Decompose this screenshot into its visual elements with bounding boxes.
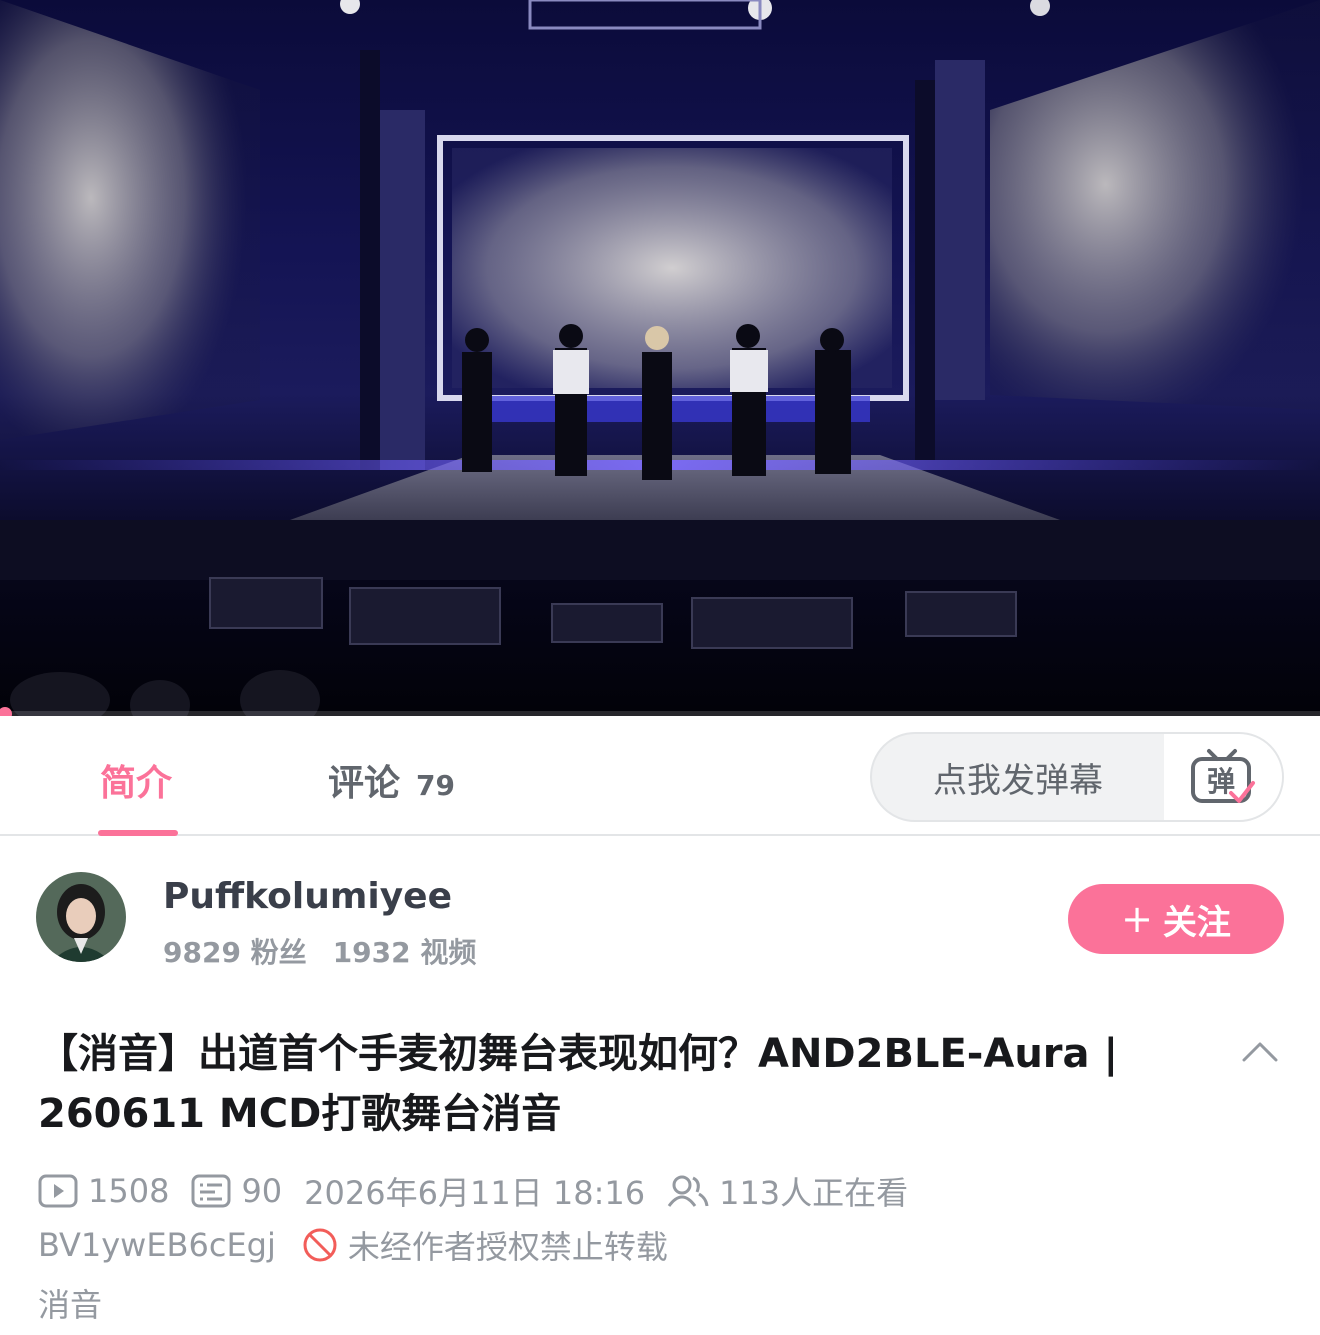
uploader-followers: 9829 粉丝: [163, 936, 307, 969]
bvid[interactable]: BV1ywEB6cEgj: [38, 1226, 276, 1264]
uploader-videos: 1932 视频: [332, 936, 477, 969]
play-count-icon: [38, 1174, 78, 1208]
video-stats-row: 1508 90 2026年6月11日 18:16 113人正在看: [38, 1168, 930, 1214]
chevron-up-icon[interactable]: [1240, 1036, 1280, 1064]
no-repost-icon: [303, 1228, 337, 1262]
publish-time: 2026年6月11日 18:16: [304, 1168, 645, 1214]
stage-frame: [0, 0, 1320, 716]
danmaku-count-icon: [191, 1174, 231, 1208]
danmaku-tv-icon: 弹: [1191, 749, 1255, 803]
view-count: 1508: [38, 1172, 169, 1210]
tab-intro[interactable]: 简介: [100, 754, 172, 806]
copyright-notice-text: 未经作者授权禁止转载: [347, 1228, 668, 1266]
viewers-icon: [667, 1175, 709, 1207]
live-viewers: 113人正在看: [667, 1168, 908, 1214]
uploader-card: Puffkolumiyee 9829 粉丝 1932 视频 + 关注: [0, 836, 1320, 1006]
video-player[interactable]: [0, 0, 1320, 716]
uploader-stats: 9829 粉丝 1932 视频: [163, 931, 476, 971]
tab-comments-count: 79: [416, 769, 455, 802]
tab-bar: 简介 评论 79 点我发弹幕 弹: [0, 716, 1320, 836]
avatar[interactable]: [36, 872, 126, 962]
uploader-name[interactable]: Puffkolumiyee: [163, 876, 452, 917]
live-viewers-value: 113人正在看: [719, 1174, 909, 1212]
tab-comments[interactable]: 评论 79: [328, 754, 455, 806]
view-count-value: 1508: [88, 1172, 170, 1210]
danmaku-count-value: 90: [241, 1172, 283, 1210]
follow-button[interactable]: + 关注: [1068, 884, 1284, 954]
publish-time-value: 2026年6月11日 18:16: [304, 1174, 646, 1212]
video-title: 【消音】出道首个手麦初舞台表现如何？AND2BLE-Aura | 260611 …: [38, 1031, 1119, 1137]
danmaku-count: 90: [191, 1172, 282, 1210]
copyright-notice: 未经作者授权禁止转载: [302, 1222, 668, 1268]
tab-comments-label: 评论: [328, 763, 401, 804]
danmaku-toggle-button[interactable]: 弹: [1164, 734, 1282, 820]
video-tag[interactable]: 消音: [38, 1280, 102, 1326]
plus-icon: +: [1121, 897, 1153, 941]
video-id-row: BV1ywEB6cEgj 未经作者授权禁止转载: [38, 1222, 668, 1268]
danmaku-bar: 点我发弹幕 弹: [870, 732, 1284, 822]
tab-intro-label: 简介: [100, 763, 173, 804]
follow-label: 关注: [1162, 902, 1231, 943]
danmaku-input[interactable]: 点我发弹幕: [872, 734, 1164, 820]
